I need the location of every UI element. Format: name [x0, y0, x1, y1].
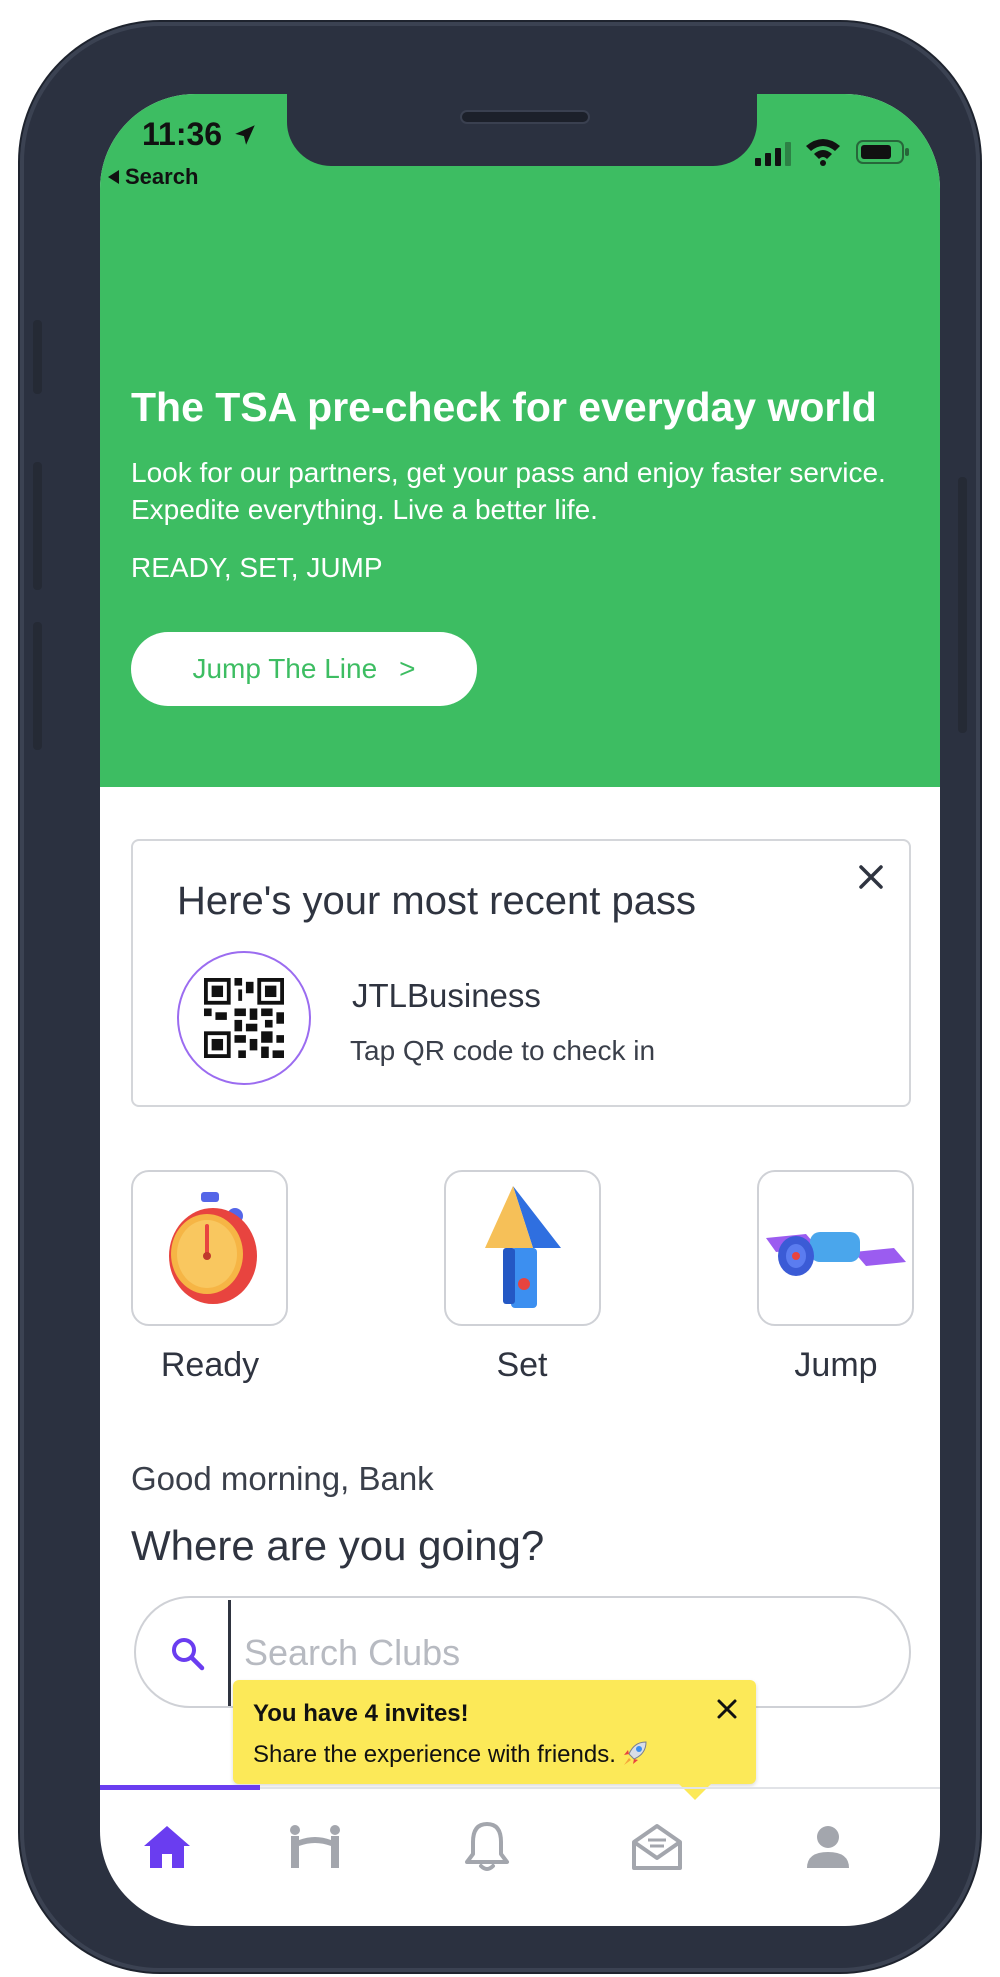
recent-pass-card: Here's your most recent pass JTLBusiness…	[131, 839, 911, 1107]
invites-tooltip[interactable]: You have 4 invites! Share the experience…	[233, 1680, 756, 1800]
mute-switch	[33, 320, 42, 394]
invites-message: Share the experience with friends.	[253, 1741, 616, 1768]
satellite-icon	[765, 1232, 906, 1276]
power-button	[958, 477, 967, 733]
set-tile[interactable]	[444, 1170, 601, 1326]
back-triangle-icon	[108, 170, 119, 184]
tab-notifications[interactable]	[442, 1812, 532, 1882]
hero-title: The TSA pre-check for everyday world	[131, 384, 877, 430]
active-tab-indicator	[100, 1785, 260, 1790]
hero-banner: 11:36 Search The TSA pre-check for every…	[100, 94, 940, 787]
status-time: 11:36	[142, 116, 223, 152]
close-icon[interactable]	[851, 857, 891, 897]
hero-tagline: READY, SET, JUMP	[131, 552, 383, 583]
pass-business-name: JTLBusiness	[352, 977, 541, 1014]
jump-button-label: Jump The Line	[192, 653, 378, 684]
volume-down-button	[33, 622, 42, 750]
app-screen: 11:36 Search The TSA pre-check for every…	[100, 94, 940, 1926]
arrow-up-icon	[484, 1186, 561, 1308]
jump-label: Jump	[794, 1346, 878, 1384]
bell-icon	[465, 1822, 509, 1871]
qr-code-button[interactable]	[177, 951, 311, 1085]
mail-icon	[632, 1824, 682, 1870]
home-indicator	[380, 1904, 660, 1914]
clubs-icon	[290, 1825, 340, 1868]
invites-title: You have 4 invites!	[253, 1700, 469, 1727]
recent-pass-heading: Here's your most recent pass	[177, 879, 696, 923]
greeting-text: Good morning, Bank	[131, 1460, 434, 1497]
volume-up-button	[33, 462, 42, 590]
destination-question: Where are you going?	[131, 1522, 545, 1569]
jump-the-line-button[interactable]: Jump The Line >	[131, 632, 477, 706]
phone-frame: 11:36 Search The TSA pre-check for every…	[20, 22, 980, 1972]
invites-message-row: Share the experience with friends.	[253, 1738, 650, 1769]
back-to-search[interactable]: Search	[108, 164, 198, 190]
tab-home[interactable]	[122, 1812, 212, 1882]
ready-label: Ready	[160, 1346, 260, 1384]
set-label: Set	[496, 1346, 548, 1384]
notch	[287, 94, 757, 166]
hero-description: Look for our partners, get your pass and…	[131, 457, 886, 525]
text-cursor	[228, 1600, 231, 1706]
home-icon	[144, 1826, 190, 1868]
back-label: Search	[125, 164, 199, 189]
tab-clubs[interactable]	[270, 1812, 360, 1882]
ready-tile[interactable]	[131, 1170, 288, 1326]
speaker-grille	[460, 110, 590, 124]
search-input[interactable]	[244, 1630, 844, 1676]
cellular-signal-icon	[755, 142, 791, 166]
battery-icon	[856, 140, 909, 164]
rocket-icon	[623, 1741, 647, 1765]
stopwatch-icon	[168, 1192, 257, 1304]
location-arrow-icon	[235, 125, 255, 145]
tab-invites[interactable]	[612, 1812, 702, 1882]
pass-instruction: Tap QR code to check in	[350, 1035, 656, 1066]
jump-tile[interactable]	[757, 1170, 914, 1326]
profile-icon	[807, 1826, 849, 1868]
wifi-icon	[806, 139, 840, 166]
chevron-right-icon: >	[399, 653, 416, 684]
close-icon[interactable]	[712, 1694, 742, 1724]
search-icon	[172, 1638, 205, 1671]
tab-profile[interactable]	[783, 1812, 873, 1882]
qr-code-icon	[204, 978, 284, 1058]
